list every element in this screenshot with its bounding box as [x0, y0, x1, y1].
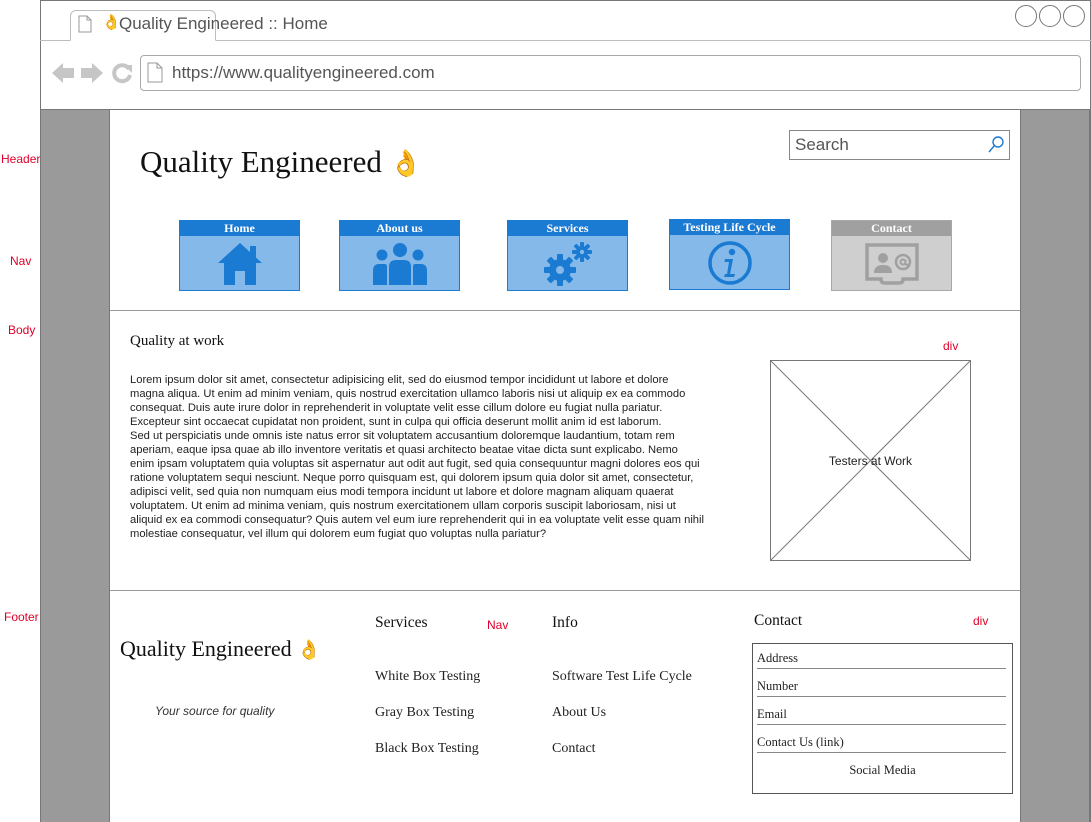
nav-about-label: About us [340, 221, 459, 236]
nav-home-button[interactable]: Home [179, 220, 300, 291]
nav-home-label: Home [180, 221, 299, 236]
search-icon[interactable] [986, 135, 1006, 155]
image-caption: Testers at Work [828, 454, 913, 468]
contact-box: Address Number Email Contact Us (link) S… [752, 643, 1013, 794]
window-minimize-button[interactable] [1015, 5, 1037, 27]
footer-services-heading: Services [375, 614, 428, 631]
footer-annotation: Footer [4, 610, 39, 624]
footer-title: Quality Engineered 👌 [120, 636, 321, 662]
site-title-text: Quality Engineered [140, 144, 382, 179]
nav-about-button[interactable]: About us [339, 220, 460, 291]
div-annotation: div [943, 339, 959, 353]
page-icon [147, 62, 163, 83]
ok-hand-icon: 👌 [389, 149, 423, 178]
header-annotation: Header [1, 152, 41, 166]
back-arrow-icon[interactable] [51, 62, 75, 84]
footer-title-text: Quality Engineered [120, 636, 292, 661]
nav-contact-label: Contact [832, 221, 951, 236]
home-icon [217, 243, 262, 285]
ok-hand-icon: 👌 [102, 14, 121, 31]
tab-title: Quality Engineered :: Home [119, 14, 328, 33]
header-divider [110, 310, 1020, 311]
ok-hand-icon: 👌 [297, 640, 321, 661]
footer-nav-annotation: Nav [487, 618, 509, 632]
forward-arrow-icon[interactable] [80, 62, 104, 84]
body-annotation: Body [8, 323, 36, 337]
nav-contact-button[interactable]: Contact [831, 220, 952, 291]
search-box [789, 130, 1010, 160]
nav-annotation: Nav [10, 254, 32, 268]
footer-info-heading: Info [552, 614, 578, 631]
footer-link-black-box-testing[interactable]: Black Box Testing [375, 741, 479, 757]
contact-email: Email [757, 704, 1006, 725]
nav-testing-life-cycle-label: Testing Life Cycle [670, 220, 789, 235]
social-media[interactable]: Social Media [753, 763, 1012, 778]
nav-services-button[interactable]: Services [507, 220, 628, 291]
footer-link-contact[interactable]: Contact [552, 741, 596, 757]
tagline: Your source for quality [155, 704, 275, 718]
footer-link-about-us[interactable]: About Us [552, 705, 606, 721]
reload-icon[interactable] [111, 62, 133, 84]
url-text[interactable]: https://www.qualityengineered.com [172, 63, 435, 83]
footer-link-gray-box-testing[interactable]: Gray Box Testing [375, 705, 474, 721]
search-input[interactable] [790, 131, 980, 159]
body-paragraph: Lorem ipsum dolor sit amet, consectetur … [130, 374, 686, 428]
nav-services-label: Services [508, 221, 627, 236]
page-icon [78, 15, 92, 33]
section-heading: Quality at work [130, 333, 225, 349]
site-title: Quality Engineered 👌 [140, 144, 422, 180]
gears-icon [543, 242, 592, 286]
footer-link-white-box-testing[interactable]: White Box Testing [375, 669, 480, 685]
footer-link-software-test-life-cycle[interactable]: Software Test Life Cycle [552, 669, 692, 685]
contact-us-link[interactable]: Contact Us (link) [757, 732, 1006, 753]
info-icon [707, 241, 752, 285]
contact-number: Number [757, 676, 1006, 697]
right-gutter [1020, 110, 1090, 822]
contact-card-icon [864, 243, 919, 285]
body-paragraph: Sed ut perspiciatis unde omnis iste natu… [130, 430, 704, 540]
body-text: Lorem ipsum dolor sit amet, consectetur … [130, 373, 705, 541]
contact-address: Address [757, 648, 1006, 669]
window-maximize-button[interactable] [1039, 5, 1061, 27]
left-gutter [40, 110, 110, 822]
nav-testing-life-cycle-button[interactable]: Testing Life Cycle [669, 219, 790, 290]
users-icon [372, 243, 427, 285]
footer-div-annotation: div [973, 614, 989, 628]
window-close-button[interactable] [1063, 5, 1085, 27]
footer-contact-heading: Contact [754, 612, 803, 629]
footer-divider [110, 590, 1020, 591]
